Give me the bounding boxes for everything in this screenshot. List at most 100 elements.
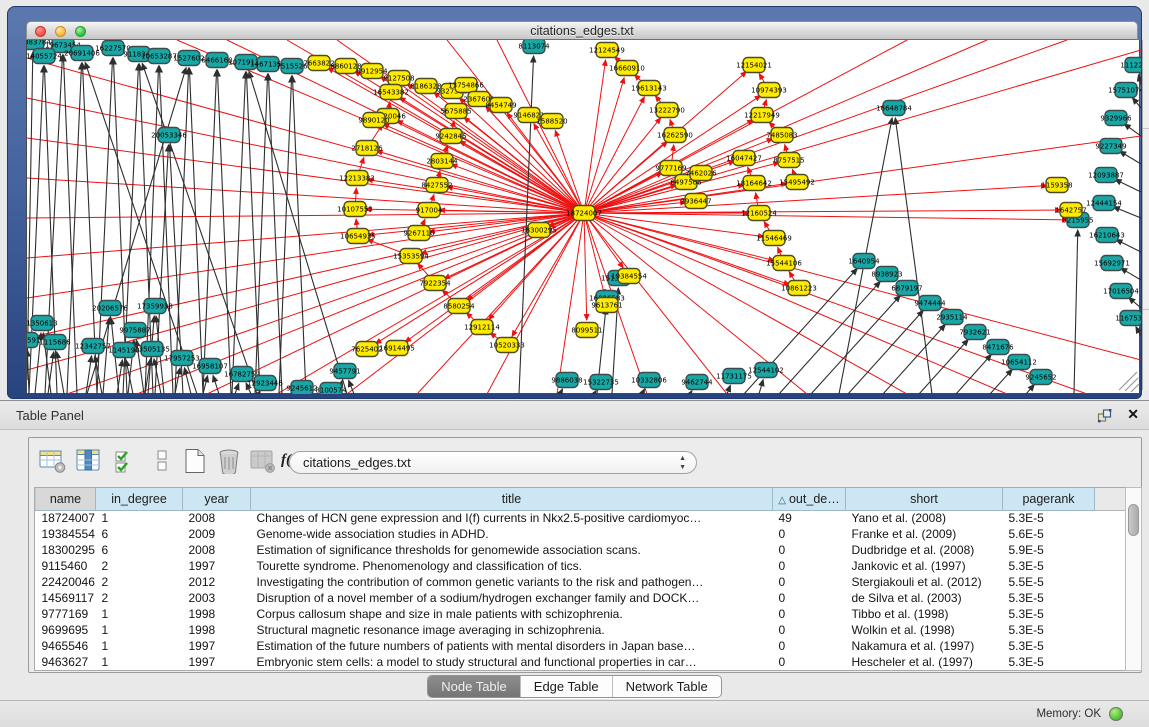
graph-edge[interactable] [584,213,587,320]
graph-node[interactable]: 7625402 [351,342,382,357]
float-panel-icon[interactable] [1097,408,1113,424]
graph-edge[interactable] [1121,268,1141,280]
table-cell[interactable]: 1997 [183,654,251,670]
table-cell[interactable]: 5.3E-5 [1003,590,1095,606]
graph-node[interactable]: 9474444 [914,296,946,311]
graph-node[interactable]: 10861223 [781,281,817,296]
graph-edge[interactable] [1026,384,1034,394]
graph-edge[interactable] [1132,98,1141,108]
graph-node[interactable]: 8471676 [982,340,1014,355]
graph-node[interactable]: 15495492 [779,175,815,190]
graph-node[interactable]: 9245652 [1025,370,1056,385]
graph-node[interactable]: 5675885 [440,104,471,119]
graph-edge[interactable] [175,68,189,394]
graph-node[interactable]: 9329966 [1100,111,1132,126]
table-cell[interactable]: 0 [773,558,846,574]
graph-edge[interactable] [27,213,584,298]
graph-node[interactable]: 7932621 [959,325,990,340]
table-cell[interactable]: 5.3E-5 [1003,622,1095,638]
table-cell[interactable]: 9777169 [36,606,96,622]
graph-node[interactable]: 8099511 [571,323,602,338]
graph-edge[interactable] [249,72,347,394]
graph-node[interactable]: 10332806 [631,373,667,388]
table-cell[interactable]: 5.5E-5 [1003,574,1095,590]
graph-edge[interactable] [497,40,584,213]
table-cell[interactable]: Genome-wide association studies in ADHD. [251,526,773,542]
graph-node[interactable]: 917004 [416,203,443,218]
graph-node[interactable]: 2936447 [680,194,711,209]
graph-node[interactable]: 1167534 [1115,311,1141,326]
graph-node[interactable]: 12342757 [75,339,111,354]
graph-edge[interactable] [377,151,584,213]
graph-node[interactable]: 10107553 [337,202,373,217]
table-cell[interactable]: Estimation of significance thresholds fo… [251,542,773,558]
graph-edge[interactable] [397,120,584,213]
table-cell[interactable]: 9463627 [36,654,96,670]
graph-edge[interactable] [1115,179,1141,192]
graph-edge[interactable] [584,213,1068,220]
graph-node[interactable]: 10974393 [751,83,787,98]
table-cell[interactable]: Investigating the contribution of common… [251,574,773,590]
table-scrollbar-thumb[interactable] [1128,504,1139,536]
graph-node[interactable]: 11546469 [756,231,792,246]
graph-node[interactable]: 12160524 [741,206,777,221]
table-cell[interactable]: 5.3E-5 [1003,606,1095,622]
graph-edge[interactable] [203,70,217,394]
column-header-title[interactable]: title [251,488,773,510]
table-cell[interactable]: 6 [96,542,183,558]
graph-node[interactable]: 16914495 [379,341,415,356]
table-cell[interactable]: 5.3E-5 [1003,638,1095,654]
graph-node[interactable]: 9462744 [681,375,713,390]
delete-trash-icon[interactable] [215,448,243,474]
graph-edge[interactable] [487,213,584,394]
graph-node[interactable]: 9242845 [435,129,466,144]
graph-node[interactable]: 17016504 [1103,284,1139,299]
graph-edge[interactable] [217,70,231,394]
table-cell[interactable]: 5.3E-5 [1003,558,1095,574]
table-row[interactable]: 1938455462009Genome-wide association stu… [36,526,1126,542]
graph-node[interactable]: 12912114 [464,320,500,335]
table-cell[interactable]: 1 [96,510,183,526]
table-cell[interactable]: 1 [96,606,183,622]
table-cell[interactable]: 0 [773,574,846,590]
graph-edge[interactable] [279,76,292,394]
tab-edge-table[interactable]: Edge Table [520,676,612,697]
column-visibility-icon[interactable] [75,448,103,474]
resize-grip-icon[interactable] [1119,372,1139,392]
graph-edge[interactable] [690,391,692,394]
graph-edge[interactable] [919,339,968,394]
table-cell[interactable]: 0 [773,654,846,670]
table-cell[interactable]: Disruption of a novel member of a sodium… [251,590,773,606]
graph-edge[interactable] [235,383,239,394]
graph-node[interactable]: 6879197 [891,281,922,296]
table-cell[interactable]: 0 [773,542,846,558]
table-cell[interactable]: 1 [96,622,183,638]
table-cell[interactable]: 2009 [183,526,251,542]
table-cell[interactable]: 5.9E-5 [1003,542,1095,558]
table-row[interactable]: 2242004622012Investigating the contribut… [36,574,1126,590]
column-header-name[interactable]: name [36,488,96,510]
table-cell[interactable]: 22420046 [36,574,96,590]
close-panel-icon[interactable]: ✕ [1127,406,1139,423]
table-scrollbar[interactable] [1125,487,1142,671]
table-selector-dropdown[interactable]: citations_edges.txt ▲▼ [289,451,697,474]
graph-node[interactable]: 16047427 [726,151,762,166]
graph-node[interactable]: 1112276 [1120,58,1141,73]
graph-edge[interactable] [534,124,584,213]
table-cell[interactable]: Tibbo et al. (1998) [846,606,1003,622]
graph-edge[interactable] [57,352,64,394]
table-cell[interactable]: 19384554 [36,526,96,542]
graph-node[interactable]: 17359938 [137,299,173,314]
graph-node[interactable]: 9457791 [329,364,360,379]
graph-node[interactable]: 2803144 [426,154,458,169]
graph-edge[interactable] [421,213,584,254]
table-cell[interactable]: 9699695 [36,622,96,638]
table-cell[interactable]: 1 [96,654,183,670]
table-cell[interactable]: Nakamura et al. (1997) [846,638,1003,654]
graph-edge[interactable] [584,213,907,394]
graph-node[interactable]: 16210643 [1089,228,1125,243]
graph-edge[interactable] [213,376,219,394]
graph-edge[interactable] [117,360,122,394]
graph-node[interactable]: 10520333 [489,338,525,353]
table-cell[interactable]: Corpus callosum shape and size in male p… [251,606,773,622]
